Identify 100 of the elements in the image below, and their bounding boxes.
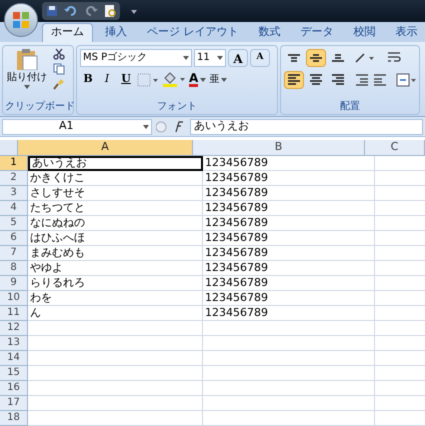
align-icon: [310, 54, 322, 62]
table-cell[interactable]: [203, 380, 375, 396]
merge-icon[interactable]: [396, 72, 416, 87]
table-cell[interactable]: さしすせそ: [28, 186, 203, 201]
table-cell[interactable]: [203, 366, 375, 381]
italic-button[interactable]: I: [99, 70, 115, 89]
table-cell[interactable]: [28, 366, 203, 381]
table-cell[interactable]: [28, 380, 203, 396]
office-button[interactable]: [4, 3, 38, 37]
align-icon: [288, 74, 300, 86]
row-header[interactable]: 15: [0, 366, 28, 381]
bold-button[interactable]: B: [80, 70, 96, 89]
name-box[interactable]: A1: [2, 118, 152, 135]
ribbon-tab[interactable]: 挿入: [97, 22, 135, 42]
phonetic-button[interactable]: 亜: [209, 70, 228, 89]
table-cell[interactable]: たちつてと: [28, 200, 203, 216]
row-header[interactable]: 3: [0, 186, 28, 201]
row-header[interactable]: 5: [0, 216, 28, 231]
clipboard-icon: [15, 48, 39, 70]
table-cell[interactable]: 123456789: [203, 200, 375, 216]
row-header[interactable]: 10: [0, 290, 28, 306]
copy-icon[interactable]: [53, 62, 65, 75]
table-cell[interactable]: あいうえお: [28, 156, 203, 171]
table-cell[interactable]: わを: [28, 290, 203, 306]
table-cell[interactable]: 123456789: [203, 306, 375, 321]
table-cell[interactable]: [28, 350, 203, 366]
underline-button[interactable]: U: [118, 70, 134, 89]
caret-icon: [221, 78, 228, 82]
column-header[interactable]: A: [18, 140, 193, 156]
table-cell[interactable]: まみむめも: [28, 246, 203, 261]
row-header[interactable]: 18: [0, 410, 28, 426]
table-cell[interactable]: 123456789: [203, 246, 375, 261]
align-icon: [332, 54, 344, 62]
save-icon[interactable]: [46, 4, 58, 17]
border-icon[interactable]: [137, 72, 159, 87]
shrink-font-button[interactable]: A: [250, 48, 270, 67]
print-preview-icon[interactable]: [104, 4, 116, 18]
row-header[interactable]: 9: [0, 276, 28, 291]
font-name-field[interactable]: MS Pゴシック: [80, 48, 192, 67]
table-cell[interactable]: ん: [28, 306, 203, 321]
row-header[interactable]: 14: [0, 350, 28, 366]
table-cell[interactable]: 123456789: [203, 276, 375, 291]
table-cell[interactable]: [28, 396, 203, 411]
row-header[interactable]: 13: [0, 336, 28, 351]
row-header[interactable]: 7: [0, 246, 28, 261]
table-cell[interactable]: [203, 336, 375, 351]
table-cell[interactable]: 123456789: [203, 290, 375, 306]
table-cell[interactable]: 123456789: [203, 260, 375, 276]
row-header[interactable]: 12: [0, 320, 28, 336]
table-cell[interactable]: [28, 320, 203, 336]
row-header[interactable]: 1: [0, 156, 28, 171]
row-header[interactable]: 11: [0, 306, 28, 321]
caret-icon: [183, 56, 189, 60]
table-cell[interactable]: かきくけこ: [28, 170, 203, 186]
column-header[interactable]: C: [365, 140, 425, 156]
row-header[interactable]: 6: [0, 230, 28, 246]
row-header[interactable]: 2: [0, 170, 28, 186]
ribbon-tab[interactable]: データ: [292, 22, 342, 42]
table-cell[interactable]: [28, 410, 203, 426]
formula-field[interactable]: あいうえお: [190, 118, 423, 135]
caret-icon: [24, 84, 30, 89]
ribbon-tab[interactable]: ページ レイアウト: [139, 22, 246, 42]
ribbon-tab[interactable]: 数式: [250, 22, 288, 42]
ribbon-tab[interactable]: 表示: [388, 22, 425, 42]
column-header[interactable]: B: [193, 140, 365, 156]
ribbon-tab[interactable]: ホーム: [42, 22, 93, 42]
group-label: 配置: [339, 100, 361, 114]
group-label: フォント: [156, 100, 198, 114]
table-cell[interactable]: はひふへほ: [28, 230, 203, 246]
undo-icon[interactable]: [64, 4, 78, 17]
font-size-field[interactable]: 11: [194, 48, 226, 67]
row-header[interactable]: 17: [0, 396, 28, 411]
table-cell[interactable]: やゆよ: [28, 260, 203, 276]
row-header[interactable]: 4: [0, 200, 28, 216]
table-cell[interactable]: 123456789: [203, 156, 375, 171]
fill-color-icon[interactable]: [162, 72, 186, 88]
table-cell[interactable]: [203, 410, 375, 426]
fx-icon[interactable]: [156, 120, 186, 134]
align-button[interactable]: [306, 48, 326, 67]
paste-button[interactable]: 貼り付け: [5, 46, 49, 99]
redo-icon[interactable]: [84, 4, 98, 17]
table-cell[interactable]: [203, 350, 375, 366]
font-color-button[interactable]: A: [189, 70, 206, 89]
scissors-icon[interactable]: [53, 48, 65, 60]
table-cell[interactable]: 123456789: [203, 170, 375, 186]
align-button[interactable]: [284, 70, 304, 89]
table-cell[interactable]: なにぬねの: [28, 216, 203, 231]
row-header[interactable]: 16: [0, 380, 28, 396]
table-cell[interactable]: [203, 320, 375, 336]
table-cell[interactable]: 123456789: [203, 230, 375, 246]
table-cell[interactable]: 123456789: [203, 186, 375, 201]
table-cell[interactable]: [28, 336, 203, 351]
table-cell[interactable]: らりるれろ: [28, 276, 203, 291]
table-cell[interactable]: [203, 396, 375, 411]
grow-font-button[interactable]: A: [228, 48, 248, 67]
ribbon-tab[interactable]: 校閲: [346, 22, 384, 42]
table-cell[interactable]: 123456789: [203, 216, 375, 231]
brush-icon[interactable]: [53, 78, 65, 90]
select-all-corner[interactable]: [0, 140, 18, 156]
row-header[interactable]: 8: [0, 260, 28, 276]
